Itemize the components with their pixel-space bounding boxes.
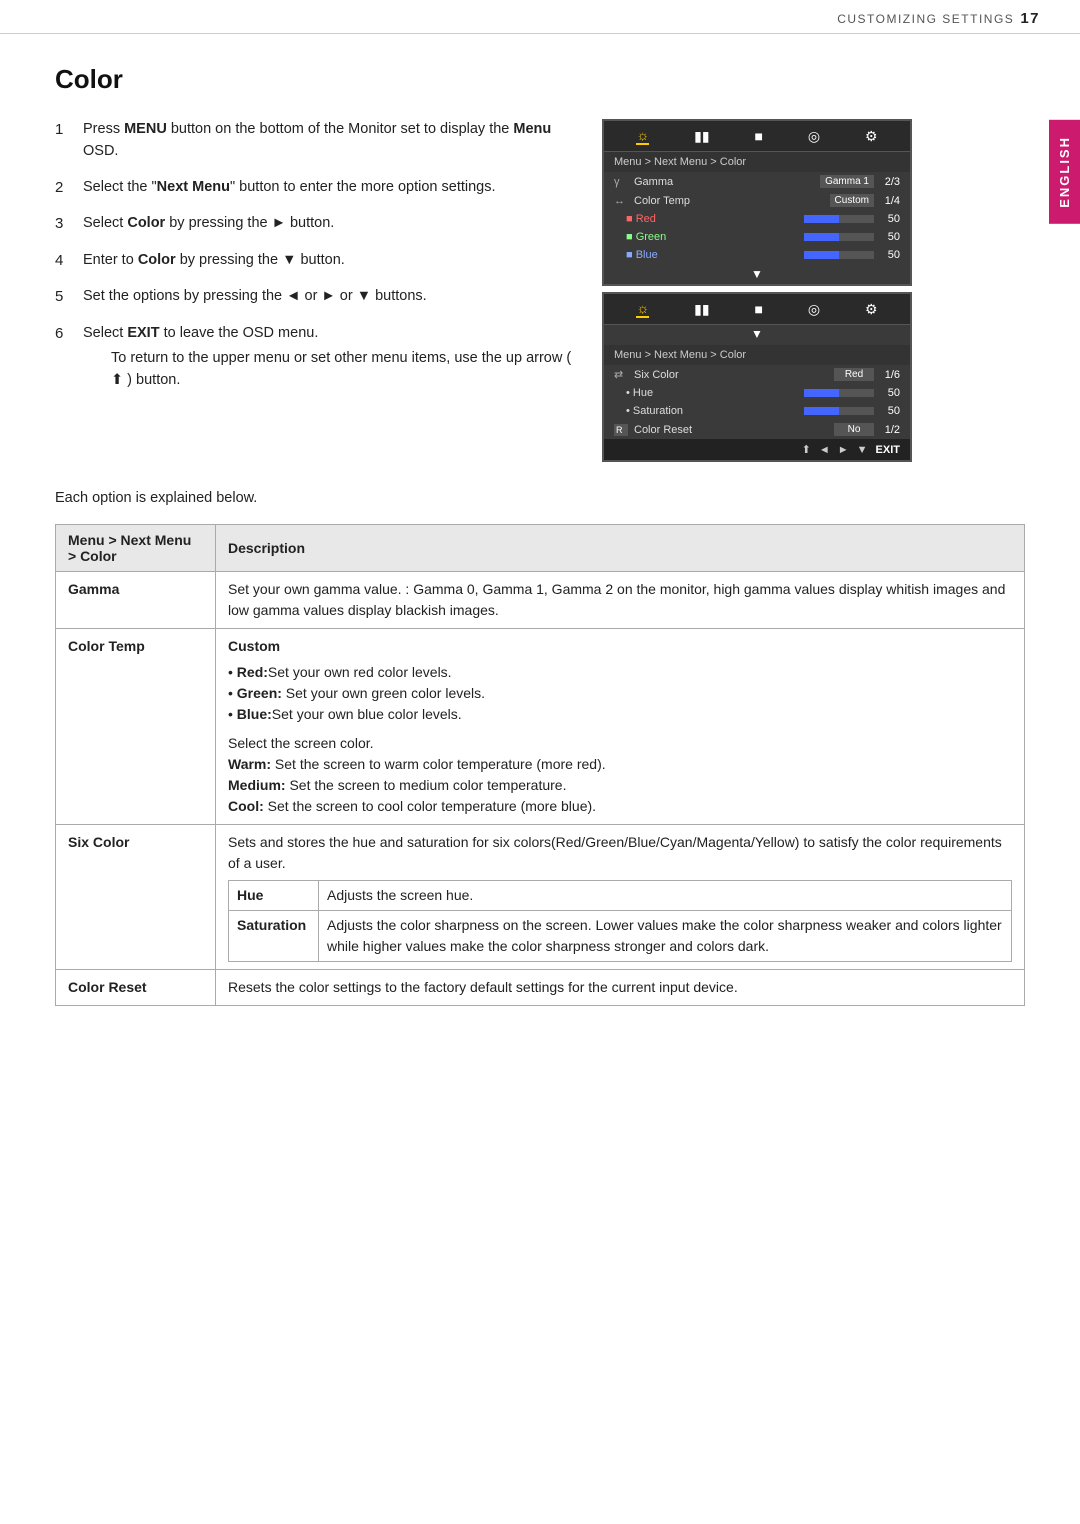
step-1: 1 Press MENU button on the bottom of the…	[55, 119, 572, 163]
sixcolor-nested-table: Hue Adjusts the screen hue. Saturation A…	[228, 880, 1012, 962]
step-subtext: To return to the upper menu or set other…	[111, 348, 572, 392]
osd1-gamma-row: γ Gamma Gamma 1 2/3	[604, 172, 910, 191]
osd-right-nav-icon: ►	[838, 444, 849, 456]
page-title: Color	[55, 64, 1025, 95]
table-desc-sixcolor: Sets and stores the hue and saturation f…	[216, 825, 1025, 970]
osd-screen-1: ☼ ▮▮ ■ ◎ ⚙ Menu > Next Menu > Color γ Ga…	[602, 119, 912, 286]
table-row-saturation: Saturation Adjusts the color sharpness o…	[229, 911, 1012, 962]
table-col1-header: Menu > Next Menu > Color	[56, 525, 216, 572]
table-row-colortemp: Color Temp Custom • Red:Set your own red…	[56, 629, 1025, 825]
osd1-divider: ▼	[604, 264, 910, 284]
osd-screen-2: ☼ ▮▮ ■ ◎ ⚙ ▲ Menu > Next Menu > Color ⇄ …	[602, 292, 912, 462]
osd-settings-icon: ⚙	[865, 128, 878, 145]
table-row-sixcolor: Six Color Sets and stores the hue and sa…	[56, 825, 1025, 970]
language-tab: ENGLISH	[1049, 120, 1080, 224]
osd-target-icon: ◎	[808, 128, 820, 145]
step-3: 3 Select Color by pressing the ► button.	[55, 213, 572, 236]
osd-top-bar-1: ☼ ▮▮ ■ ◎ ⚙	[604, 121, 910, 152]
osd2-sixcolor-row: ⇄ Six Color Red 1/6	[604, 365, 910, 384]
table-desc-gamma: Set your own gamma value. : Gamma 0, Gam…	[216, 572, 1025, 629]
osd1-blue-row: ■ Blue 50	[604, 246, 910, 264]
table-menu-gamma: Gamma	[56, 572, 216, 629]
osd2-saturation-row: • Saturation 50	[604, 402, 910, 420]
step-6: 6 Select EXIT to leave the OSD menu. To …	[55, 323, 572, 392]
osd-down-arrow-icon: ▼	[751, 267, 763, 281]
instructions-column: 1 Press MENU button on the bottom of the…	[55, 119, 572, 462]
osd-brightness-icon: ☼	[636, 127, 649, 145]
options-table: Menu > Next Menu > Color Description Gam…	[55, 524, 1025, 1006]
osd2-up-divider: ▲	[604, 325, 910, 345]
table-row-gamma: Gamma Set your own gamma value. : Gamma …	[56, 572, 1025, 629]
osd2-breadcrumb: Menu > Next Menu > Color	[604, 345, 910, 365]
osd2-bottom-bar: ⬆ ◄ ► ▼ EXIT	[604, 439, 910, 460]
osd-menu-icon: ▮▮	[694, 128, 709, 145]
table-row-hue: Hue Adjusts the screen hue.	[229, 881, 1012, 911]
table-menu-colortemp: Color Temp	[56, 629, 216, 825]
osd2-square-icon: ■	[754, 301, 762, 317]
table-desc-colorreset: Resets the color settings to the factory…	[216, 970, 1025, 1006]
osd1-red-row: ■ Red 50	[604, 210, 910, 228]
table-desc-colortemp: Custom • Red:Set your own red color leve…	[216, 629, 1025, 825]
osd-left-nav-icon: ◄	[819, 444, 830, 456]
osd-up-nav-icon: ⬆	[802, 443, 811, 456]
osd2-hue-row: • Hue 50	[604, 384, 910, 402]
table-menu-sixcolor: Six Color	[56, 825, 216, 970]
each-option-label: Each option is explained below.	[55, 490, 1025, 506]
section-title: CUSTOMIZING SETTINGS	[837, 12, 1014, 26]
table-menu-colorreset: Color Reset	[56, 970, 216, 1006]
osd1-colortemp-row: ↔ Color Temp Custom 1/4	[604, 191, 910, 210]
step-5: 5 Set the options by pressing the ◄ or ►…	[55, 286, 572, 309]
page-header: CUSTOMIZING SETTINGS 17	[0, 0, 1080, 34]
nested-saturation-label: Saturation	[229, 911, 319, 962]
osd-square-icon: ■	[754, 128, 762, 144]
osd2-target-icon: ◎	[808, 301, 820, 318]
osd2-colorreset-row: R Color Reset No 1/2	[604, 420, 910, 439]
osd2-menu-icon: ▮▮	[694, 301, 709, 318]
osd1-breadcrumb: Menu > Next Menu > Color	[604, 152, 910, 172]
steps-list: 1 Press MENU button on the bottom of the…	[55, 119, 572, 392]
step-2: 2 Select the "Next Menu" button to enter…	[55, 177, 572, 200]
nested-hue-label: Hue	[229, 881, 319, 911]
osd-down-nav-icon: ▼	[857, 444, 868, 456]
screenshot-column: ☼ ▮▮ ■ ◎ ⚙ Menu > Next Menu > Color γ Ga…	[602, 119, 1025, 462]
nested-hue-value: Adjusts the screen hue.	[319, 881, 1012, 911]
main-content: Color 1 Press MENU button on the bottom …	[0, 34, 1080, 1036]
table-row-colorreset: Color Reset Resets the color settings to…	[56, 970, 1025, 1006]
page-number: 17	[1020, 10, 1040, 27]
nested-saturation-value: Adjusts the color sharpness on the scree…	[319, 911, 1012, 962]
two-column-layout: 1 Press MENU button on the bottom of the…	[55, 119, 1025, 462]
osd2-brightness-icon: ☼	[636, 300, 649, 318]
osd2-settings-icon: ⚙	[865, 301, 878, 318]
osd1-green-row: ■ Green 50	[604, 228, 910, 246]
osd-exit-button: EXIT	[876, 444, 900, 456]
step-4: 4 Enter to Color by pressing the ▼ butto…	[55, 250, 572, 273]
table-col2-header: Description	[216, 525, 1025, 572]
osd-top-bar-2: ☼ ▮▮ ■ ◎ ⚙	[604, 294, 910, 325]
osd-up-arrow-icon: ▲	[751, 328, 763, 342]
